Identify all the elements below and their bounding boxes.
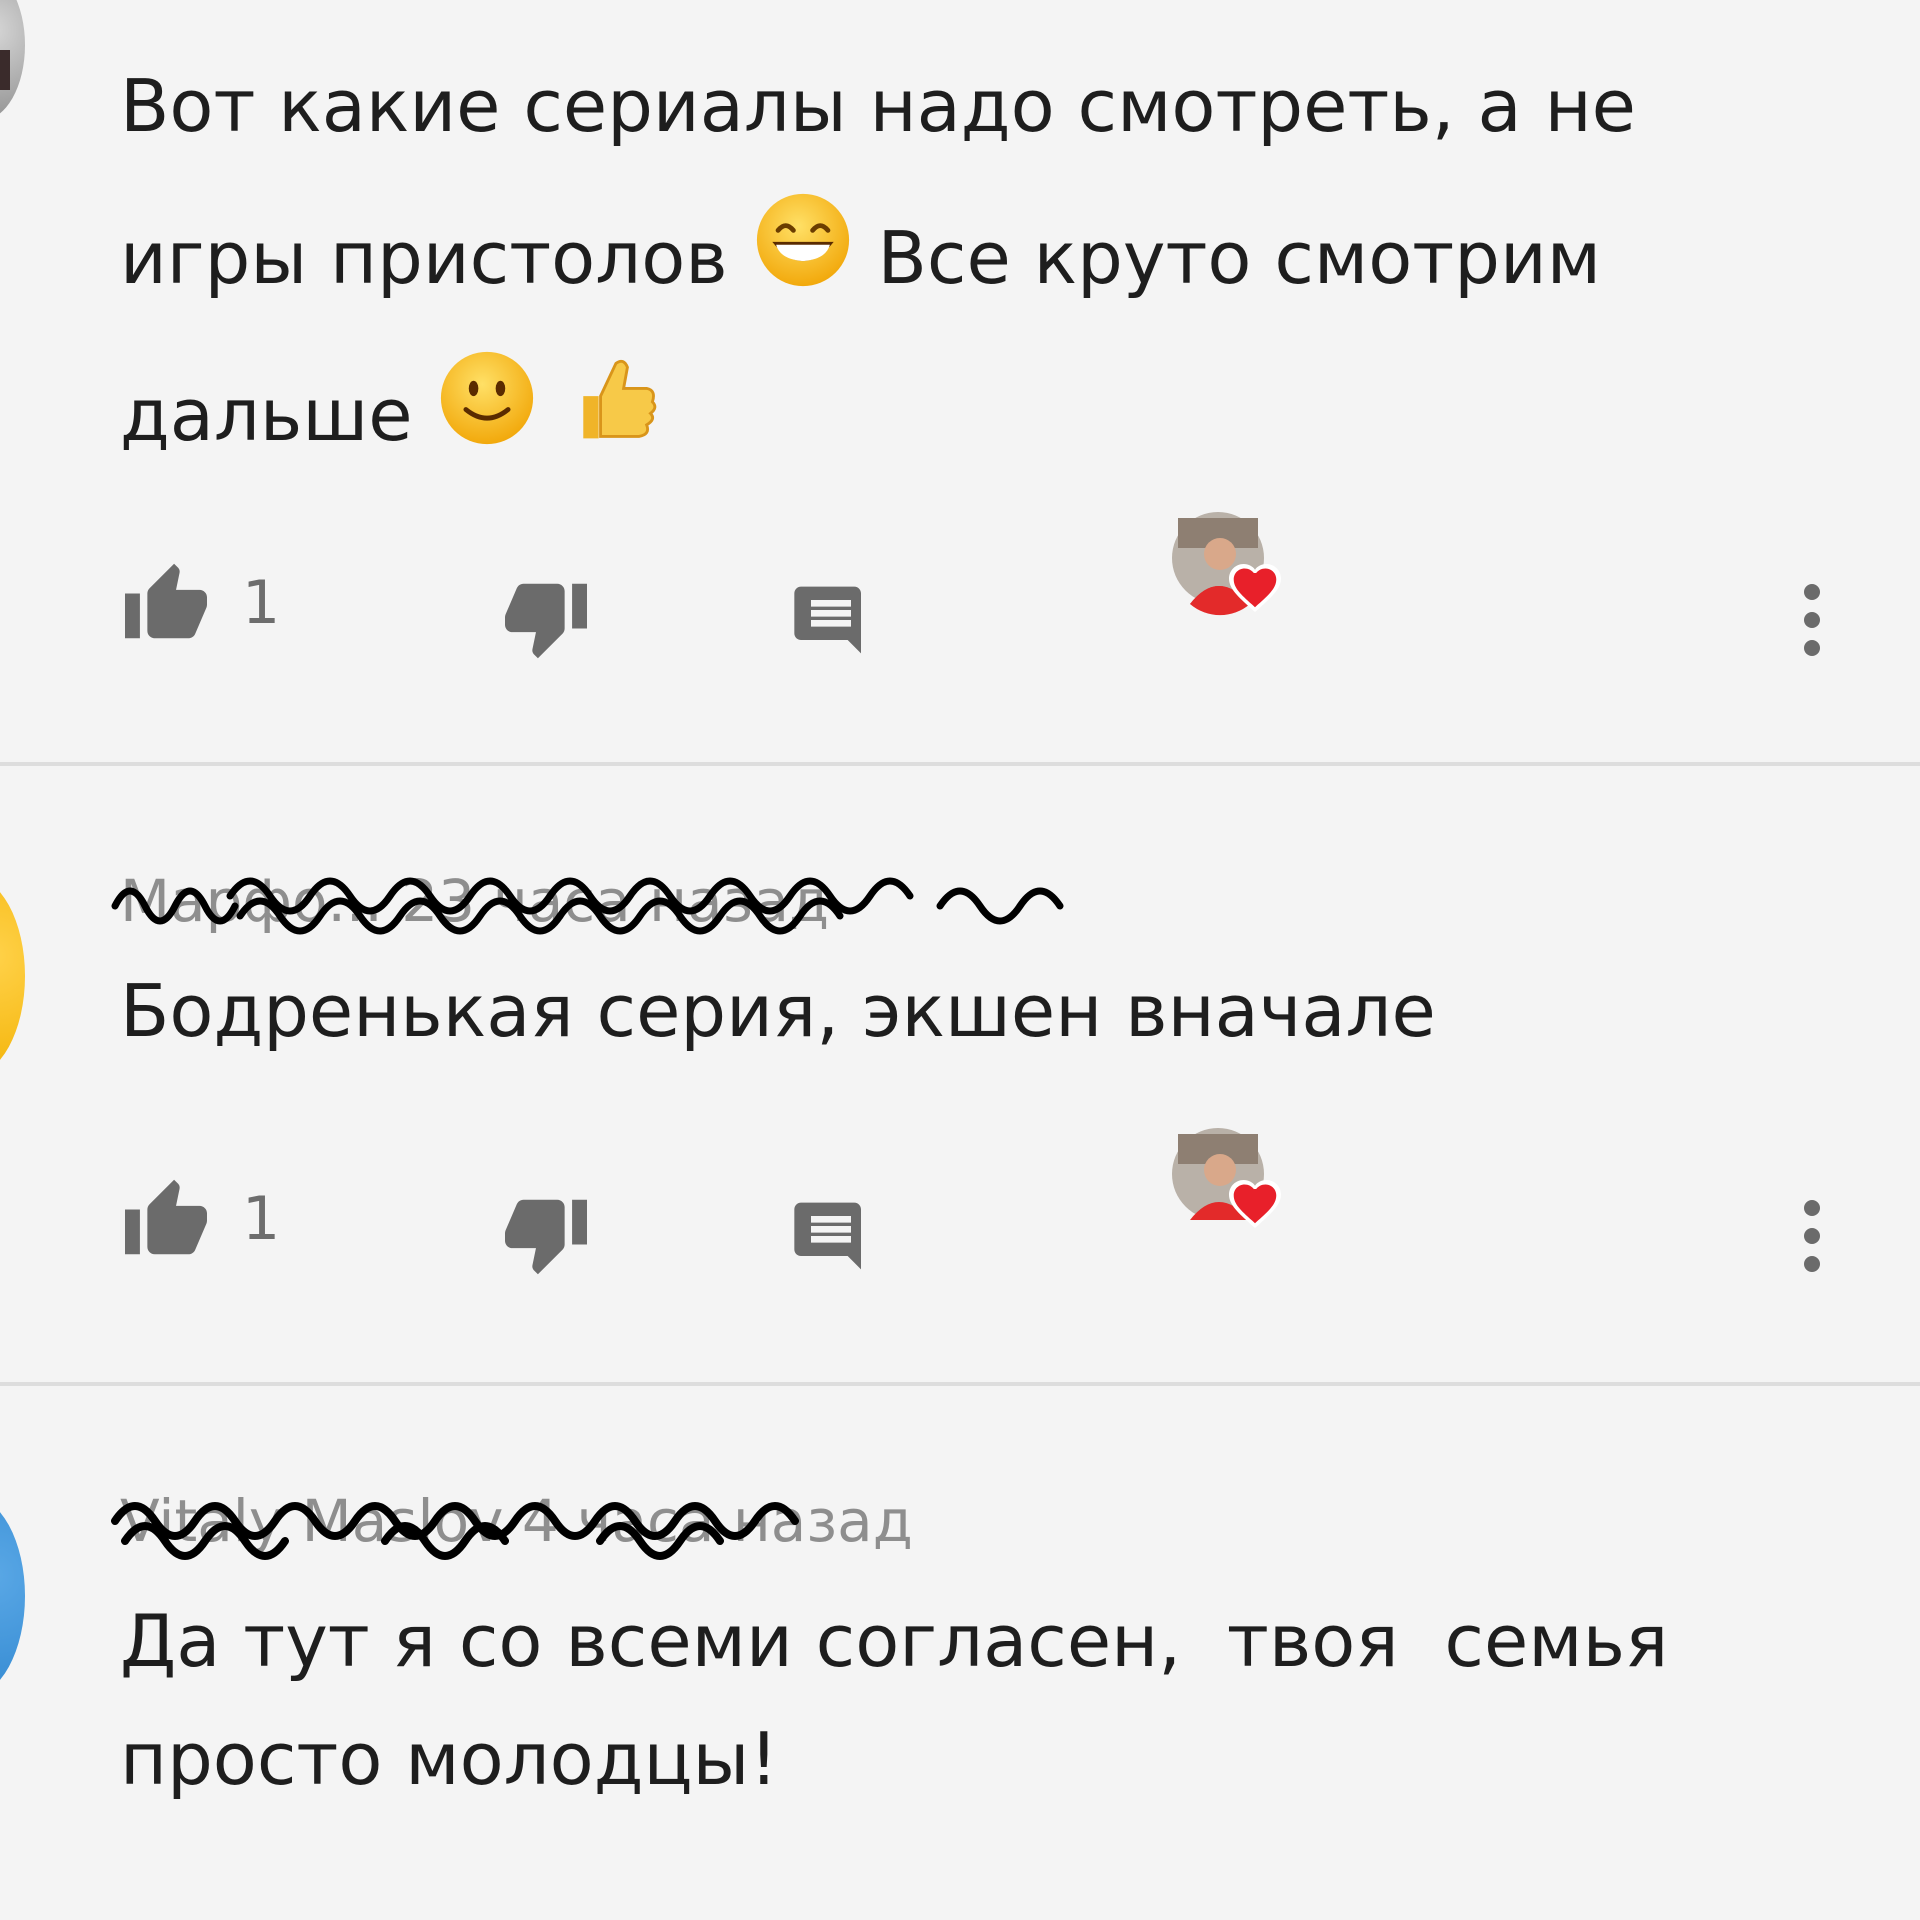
comment-line-1: Бодренькая серия, экшен вначале: [120, 969, 1436, 1053]
divider: [0, 762, 1920, 766]
like-button[interactable]: 1: [120, 1176, 280, 1262]
reply-button[interactable]: [790, 1196, 872, 1280]
more-vert-icon: [1800, 580, 1824, 664]
comment-line-3: дальше: [120, 339, 1770, 496]
comment-line-1: Вот какие сериалы надо смотреть, а не: [120, 64, 1636, 148]
comment-text: Бодренькая серия, экшен вначале: [120, 946, 1770, 1076]
like-count: 1: [242, 568, 281, 638]
dislike-button[interactable]: [500, 1196, 592, 1282]
author-avatar[interactable]: [0, 876, 25, 1076]
comment-actions: 1: [120, 512, 1840, 680]
slightly-smiling-face-emoji: [439, 345, 535, 497]
author-avatar[interactable]: [0, 1496, 25, 1696]
more-options-button[interactable]: [1800, 580, 1824, 664]
comment-line-2: просто молодцы!: [120, 1717, 779, 1801]
comment-actions: 1: [120, 1128, 1840, 1296]
grinning-face-emoji: [755, 187, 851, 339]
reply-icon: [790, 580, 872, 664]
more-vert-icon: [1800, 1196, 1824, 1280]
author-and-time: Vitaly Maslov 4 часа назад: [120, 1487, 913, 1555]
like-button[interactable]: 1: [120, 560, 280, 646]
author-and-time: Марфо... 23 часа назад: [120, 867, 830, 935]
comment-text: Да тут я со всеми согласен, твоя семья п…: [120, 1582, 1770, 1818]
reply-icon: [790, 1196, 872, 1280]
reply-button[interactable]: [790, 580, 872, 664]
thumbs-up-emoji: [566, 345, 662, 497]
creator-heart-icon: [1226, 1176, 1284, 1232]
more-options-button[interactable]: [1800, 1196, 1824, 1280]
thumbs-up-icon: [120, 1176, 212, 1262]
creator-heart-icon: [1226, 560, 1284, 616]
comment-line-2: игры пристолов Все круто смотрим: [120, 182, 1770, 339]
creator-avatar: [1170, 510, 1290, 630]
comment-line-1: Да тут я со всеми согласен, твоя семья: [120, 1599, 1669, 1683]
comment-meta: Vitaly Maslov 4 часа назад: [111, 1486, 913, 1560]
like-count: 1: [242, 1184, 281, 1254]
creator-avatar: [1170, 1126, 1290, 1246]
thumbs-down-icon: [500, 580, 592, 666]
dislike-button[interactable]: [500, 580, 592, 666]
thumbs-up-icon: [120, 560, 212, 646]
comment-text: Вот какие сериалы надо смотреть, а не иг…: [120, 30, 1770, 497]
divider: [0, 1382, 1920, 1386]
thumbs-down-icon: [500, 1196, 592, 1282]
comment-meta: Марфо... 23 часа назад: [111, 866, 1064, 936]
author-avatar[interactable]: [0, 0, 25, 120]
